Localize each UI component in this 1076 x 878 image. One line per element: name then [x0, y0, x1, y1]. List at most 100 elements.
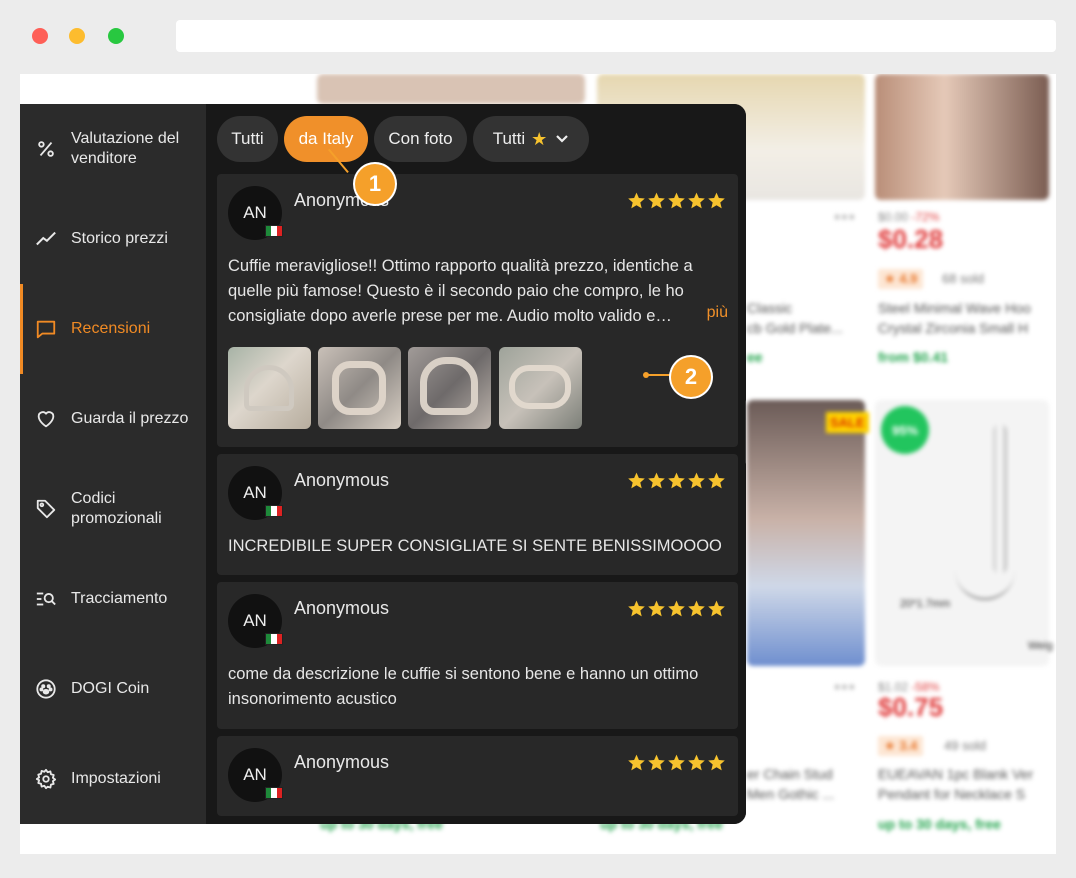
shipping: ee: [747, 349, 763, 365]
trend-line-icon: [34, 227, 58, 251]
product-title: cb Gold Plate...: [747, 320, 843, 336]
product-title: Steel Minimal Wave Hoo: [878, 300, 1031, 316]
star-icon: [668, 472, 685, 489]
star-icon: [708, 754, 725, 771]
italy-flag-icon: [265, 787, 283, 799]
star-icon: [708, 600, 725, 617]
italy-flag-icon: [265, 225, 283, 237]
filter-stars-label: Tutti: [492, 129, 526, 148]
star-icon: [648, 192, 665, 209]
more-dots: •••: [834, 677, 856, 697]
address-bar[interactable]: [176, 20, 1056, 52]
sidebar-item-label: Recensioni: [71, 320, 151, 337]
sidebar-item-label: Impostazioni: [71, 770, 161, 787]
star-icon: [688, 472, 705, 489]
sidebar-item-settings[interactable]: Impostazioni: [20, 734, 206, 824]
window-close-dot[interactable]: [32, 28, 48, 44]
reviewer-name: Anonymous: [294, 752, 390, 772]
chevron-down-icon: [556, 135, 569, 143]
review-text: come da descrizione le cuffie si sentono…: [228, 665, 699, 708]
star-icon: [668, 754, 685, 771]
italy-flag-icon: [265, 505, 283, 517]
review-photo-thumbnail[interactable]: [408, 347, 491, 429]
star-icon: ★: [531, 128, 548, 149]
rating-stars: [627, 191, 726, 210]
size-label: 20*1.7mm: [900, 598, 951, 610]
sidebar-item-dogi-coin[interactable]: DOGI Coin: [20, 644, 206, 734]
star-icon: [708, 192, 725, 209]
sold-count: 68 sold: [942, 271, 984, 286]
sidebar-item-label: Guarda il prezzo: [71, 410, 189, 427]
discount-percent-badge: 95%: [881, 406, 929, 454]
extension-panel: Valutazione del venditore Storico prezzi…: [20, 104, 746, 824]
review-card: AN Anonymous: [217, 736, 738, 816]
percent-icon: [34, 137, 58, 161]
price-strike: $0.00 -72%: [878, 210, 940, 224]
star-icon: [648, 600, 665, 617]
filter-with-photo-chip[interactable]: Con foto: [374, 116, 467, 162]
heart-icon: [34, 407, 58, 431]
star-icon: [668, 192, 685, 209]
sidebar-item-tracking[interactable]: Tracciamento: [20, 554, 206, 644]
sidebar: Valutazione del venditore Storico prezzi…: [20, 104, 206, 824]
sidebar-item-label: Codici promozionali: [71, 490, 162, 527]
sidebar-item-label: Valutazione del venditore: [71, 130, 180, 167]
reviews-content: Tutti da Italy Con foto Tutti ★ AN Anony…: [206, 104, 746, 824]
callout-badge-2: 2: [671, 357, 711, 397]
rating-stars: [627, 599, 726, 618]
star-icon: [708, 472, 725, 489]
callout-dot: [643, 372, 649, 378]
scrollbar[interactable]: [745, 400, 746, 464]
tracking-search-icon: [34, 587, 58, 611]
sidebar-item-seller-rating[interactable]: Valutazione del venditore: [20, 104, 206, 194]
sidebar-item-price-history[interactable]: Storico prezzi: [20, 194, 206, 284]
review-card: AN Anonymous Cuffie meravigliose!! Ottim…: [217, 174, 738, 447]
sidebar-item-price-watch[interactable]: Guarda il prezzo: [20, 374, 206, 464]
review-text: Cuffie meravigliose!! Ottimo rapporto qu…: [228, 257, 693, 325]
star-icon: [648, 472, 665, 489]
review-card: AN Anonymous INCREDIBILE SUPER CONSIGLIA…: [217, 454, 738, 575]
star-icon: [628, 600, 645, 617]
sidebar-item-label: Tracciamento: [71, 590, 168, 607]
read-more-link[interactable]: più: [707, 304, 728, 322]
more-dots: •••: [834, 207, 856, 227]
product-title: Classic: [747, 300, 793, 316]
italy-flag-icon: [265, 633, 283, 645]
filter-stars-dropdown[interactable]: Tutti ★: [473, 116, 589, 162]
product-title: EUEAVAN 1pc Blank Ver: [878, 766, 1034, 782]
review-photo-thumbnail[interactable]: [228, 347, 311, 429]
filter-country-chip[interactable]: da Italy: [284, 116, 368, 162]
product-image: [875, 74, 1049, 200]
window-maximize-dot[interactable]: [108, 28, 124, 44]
product-image: [747, 400, 865, 666]
chat-icon: [34, 317, 58, 341]
rating-stars: [627, 471, 726, 490]
review-photo-thumbnail[interactable]: [499, 347, 582, 429]
shipping: up to 30 days, free: [878, 816, 1001, 832]
filter-all-chip[interactable]: Tutti: [217, 116, 278, 162]
product-title: Crystal Zirconia Small H: [878, 320, 1029, 336]
product-title: Men Gothic ...: [747, 786, 835, 802]
sidebar-item-reviews[interactable]: Recensioni: [20, 284, 206, 374]
review-photo-thumbnail[interactable]: [318, 347, 401, 429]
sold-count: 49 sold: [944, 738, 986, 753]
sale-tag: SALE: [826, 412, 869, 433]
star-icon: [648, 754, 665, 771]
gear-icon: [34, 767, 58, 791]
tag-icon: [34, 497, 58, 521]
window-minimize-dot[interactable]: [69, 28, 85, 44]
reviewer-name: Anonymous: [294, 470, 390, 490]
reviewer-name: Anonymous: [294, 598, 390, 618]
review-card: AN Anonymous come da descrizione le cuff…: [217, 582, 738, 729]
star-icon: [688, 600, 705, 617]
star-icon: [628, 472, 645, 489]
sidebar-item-promo-codes[interactable]: Codici promozionali: [20, 464, 206, 554]
shipping: from $0.41: [878, 349, 949, 365]
star-icon: [688, 192, 705, 209]
sidebar-item-label: Storico prezzi: [71, 230, 168, 247]
star-icon: [688, 754, 705, 771]
callout-badge-1: 1: [355, 164, 395, 204]
product-title: Pendant for Necklace S: [878, 786, 1026, 802]
weight-label: Weig: [1028, 640, 1053, 652]
rating-badge: ★ 4.9: [878, 269, 924, 289]
